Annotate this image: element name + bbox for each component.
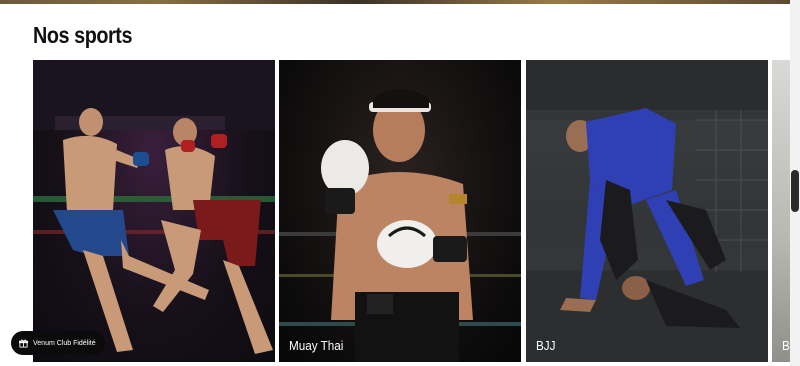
sport-card-muay-thai[interactable]: Muay Thai [279,60,521,362]
sport-card-partial[interactable]: Bo [772,60,790,362]
loyalty-club-label: Venum Club Fidélité [33,339,96,347]
scrollbar-thumb[interactable] [791,170,799,212]
sport-card-image [33,60,275,362]
scrollbar-track[interactable] [790,0,800,366]
sport-card-image [526,60,768,362]
gift-icon [19,339,28,348]
hero-image-strip [0,0,790,4]
loyalty-club-button[interactable]: Venum Club Fidélité [11,331,105,355]
sport-card-image [279,60,521,362]
muay-thai-illustration [279,89,521,362]
sport-card-bjj[interactable]: BJJ [526,60,768,362]
fighters-illustration [33,60,275,354]
section-title: Nos sports [33,22,133,48]
sport-card-label: BJJ [536,338,556,353]
sport-card-label: Muay Thai [289,338,344,353]
bjj-illustration [526,60,768,362]
sports-carousel[interactable]: Muay Thai BJJ B [33,60,790,362]
sport-card-mma[interactable] [33,60,275,362]
sport-card-image [772,60,790,362]
sport-card-label: Bo [782,338,790,353]
